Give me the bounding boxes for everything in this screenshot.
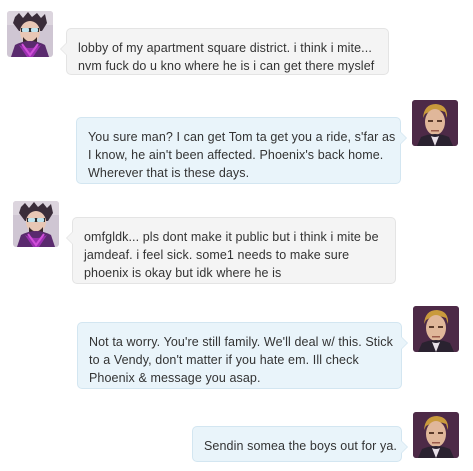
avatar-right-3[interactable] — [413, 412, 459, 458]
message-bubble: You sure man? I can get Tom ta get you a… — [76, 117, 407, 184]
avatar-left-1[interactable] — [7, 11, 53, 57]
avatar-right-2[interactable] — [413, 306, 459, 352]
purple-haired-character-avatar-icon — [7, 11, 53, 57]
blond-man-portrait-avatar-icon — [412, 100, 458, 146]
message-text-line: Wherever that is these days. — [88, 166, 250, 180]
message-text-line: lobby of my apartment square district. i… — [78, 41, 372, 55]
blond-man-portrait-avatar-icon — [413, 412, 459, 458]
message-text-line: nvm fuck do u kno where he is i can get … — [78, 59, 375, 73]
message-text-line: Not ta worry. You're still family. We'll… — [89, 335, 393, 349]
message-text-line: to a Vendy, don't matter if you hate em.… — [89, 353, 359, 367]
message-text-line: phoenix is okay but idk where he is — [84, 266, 282, 280]
message-bubble: Sendin somea the boys out for ya. — [192, 426, 408, 462]
message-text-line: Phoenix & message you asap. — [89, 371, 261, 385]
message-text-line: You sure man? I can get Tom ta get you a… — [88, 130, 396, 144]
message-text-line: I know, he ain't been affected. Phoenix'… — [88, 148, 384, 162]
message-bubble: lobby of my apartment square district. i… — [60, 28, 389, 75]
message-text-line: Sendin somea the boys out for ya. — [204, 439, 397, 453]
message-text-line: jamdeaf. i feel sick. some1 needs to mak… — [84, 248, 350, 262]
purple-haired-character-avatar-icon — [13, 201, 59, 247]
message-text-line: omfgldk... pls dont make it public but i… — [84, 230, 379, 244]
avatar-right-1[interactable] — [412, 100, 458, 146]
blond-man-portrait-avatar-icon — [413, 306, 459, 352]
message-bubble: omfgldk... pls dont make it public but i… — [66, 217, 396, 284]
chat-log: lobby of my apartment square district. i… — [0, 0, 473, 471]
message-bubble: Not ta worry. You're still family. We'll… — [77, 322, 408, 389]
avatar-left-2[interactable] — [13, 201, 59, 247]
